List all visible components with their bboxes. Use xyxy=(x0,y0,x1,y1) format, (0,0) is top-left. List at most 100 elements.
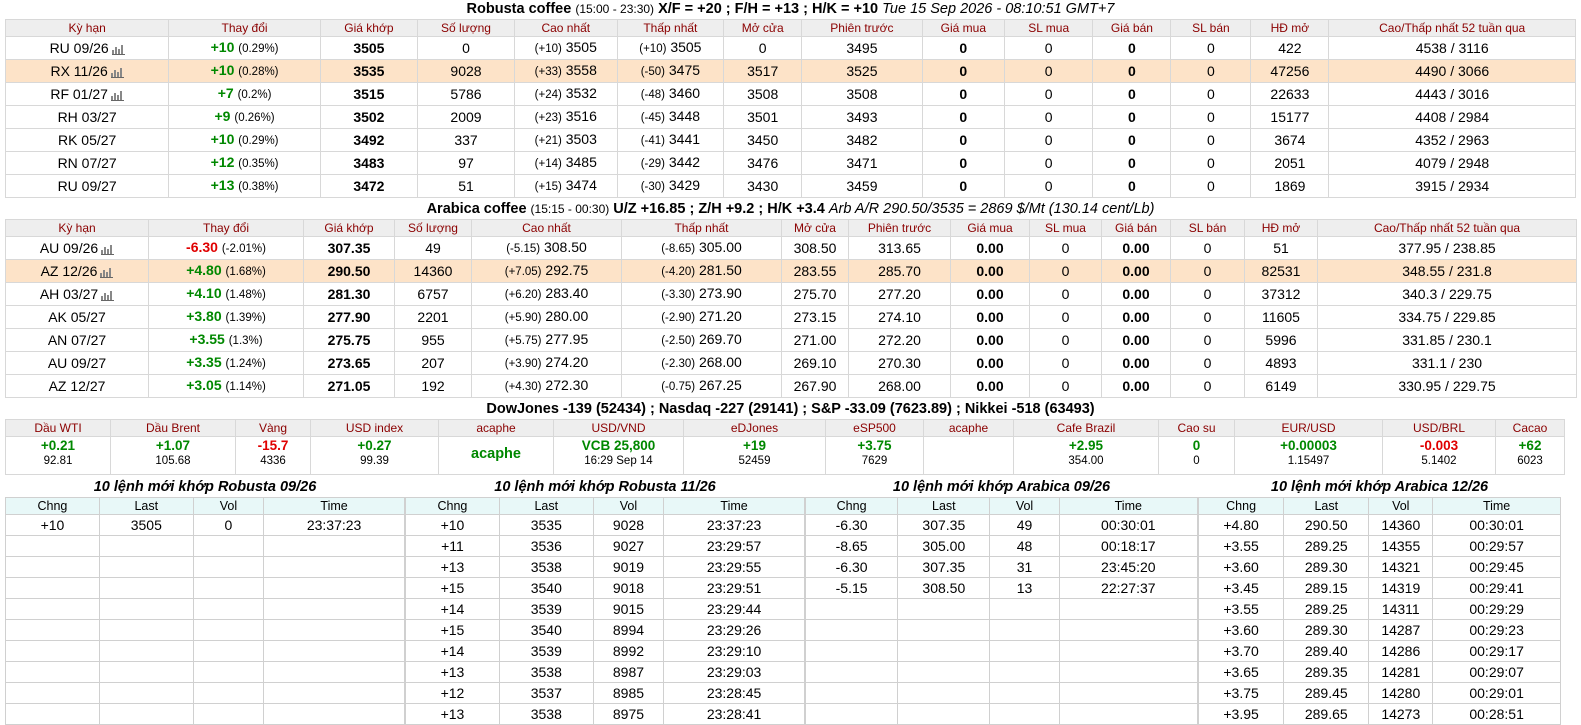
low-value: 271.20 xyxy=(698,308,742,324)
recent-trades-table: 10 lệnh mới khớp Robusta 09/26 Chng Last Vo… xyxy=(5,478,405,725)
change-cell: +7 (0.2%) xyxy=(168,82,321,106)
contract-term[interactable]: RN 07/27 xyxy=(4,151,170,175)
market-cell[interactable]: +3.75 7629 xyxy=(825,436,924,475)
last-price: 277.90 xyxy=(303,305,395,329)
arabica-row[interactable]: AZ 12/26 +4.80 (1.68%) 290.50 14360 (+7.05) … xyxy=(5,259,1577,283)
bar-chart-icon[interactable] xyxy=(98,286,115,302)
bar-chart-icon[interactable] xyxy=(108,63,124,79)
open-interest: 51 xyxy=(1244,236,1318,260)
term-label[interactable]: RN 07/27 xyxy=(58,155,117,171)
market-value: 4336 xyxy=(260,455,286,467)
term-label[interactable]: AK 05/27 xyxy=(48,309,106,325)
term-label[interactable]: AZ 12/26 xyxy=(41,263,98,279)
market-cell[interactable]: acaphe xyxy=(438,436,554,475)
arabica-row[interactable]: AU 09/27 +3.35 (1.24%) 273.65 207 (+3.90) 27… xyxy=(5,351,1577,375)
empty-cell xyxy=(1058,619,1199,641)
market-label[interactable]: acaphe xyxy=(923,419,1014,437)
bar-chart-icon[interactable] xyxy=(108,86,124,102)
trade-volume: 14311 xyxy=(1368,598,1434,620)
contract-term[interactable]: AN 07/27 xyxy=(5,328,149,352)
arabica-col-header: SL mua xyxy=(1029,219,1102,237)
indices-line: DowJones -139 (52434) ; Nasdaq -227 (291… xyxy=(486,401,1095,417)
arabica-row[interactable]: AU 09/26 -6.30 (-2.01%) 307.35 49 (-5.15) 30… xyxy=(5,236,1577,260)
trade-row: -6.30 307.35 31 23:45:20 xyxy=(804,556,1199,578)
term-label[interactable]: RX 11/26 xyxy=(50,63,107,79)
market-cell[interactable]: -15.7 4336 xyxy=(235,436,311,475)
trade-change: +3.55 xyxy=(1197,535,1285,557)
market-cell[interactable]: -0.003 5.1402 xyxy=(1382,436,1496,475)
market-cell[interactable]: +0.21 92.81 xyxy=(5,436,111,475)
market-cell[interactable]: VCB 25,800 16:29 Sep 14 xyxy=(553,436,684,475)
contract-term[interactable]: RF 01/27 xyxy=(4,82,170,106)
robusta-row[interactable]: RX 11/26 +10 (0.28%) 3535 9028 (+33) 3558 (-5… xyxy=(4,59,1576,83)
contract-term[interactable]: AU 09/27 xyxy=(5,351,149,375)
market-cell[interactable]: +0.00003 1.15497 xyxy=(1234,436,1383,475)
robusta-row[interactable]: RU 09/26 +10 (0.29%) 3505 0 (+10) 3505 (+10) … xyxy=(4,36,1576,60)
term-label[interactable]: AU 09/26 xyxy=(40,240,98,256)
change-value: +9 xyxy=(214,108,231,124)
volume: 14360 xyxy=(394,259,472,283)
bar-chart-icon[interactable] xyxy=(98,240,115,256)
change-cell: +10 (0.29%) xyxy=(168,128,321,152)
market-cell[interactable]: +1.07 105.68 xyxy=(110,436,236,475)
robusta-row[interactable]: RK 05/27 +10 (0.29%) 3492 337 (+21) 3503 (-41… xyxy=(4,128,1576,152)
market-label[interactable]: acaphe xyxy=(438,419,554,437)
high-cell: (+10) 3505 xyxy=(514,36,618,60)
contract-term[interactable]: AU 09/26 xyxy=(5,236,149,260)
term-label[interactable]: AN 07/27 xyxy=(48,332,106,348)
market-cell[interactable]: +0.27 99.39 xyxy=(310,436,439,475)
market-cell[interactable] xyxy=(923,436,1014,475)
term-label[interactable]: AH 03/27 xyxy=(40,286,98,302)
contract-term[interactable]: RU 09/27 xyxy=(4,174,170,198)
market-cell[interactable]: +62 6023 xyxy=(1495,436,1565,475)
change-percent: (1.14%) xyxy=(225,381,266,393)
contract-term[interactable]: AZ 12/27 xyxy=(5,374,149,398)
change-cell: +3.55 (1.3%) xyxy=(148,328,304,352)
contract-term[interactable]: AZ 12/26 xyxy=(5,259,149,283)
robusta-row[interactable]: RU 09/27 +13 (0.38%) 3472 51 (+15) 3474 (-30)… xyxy=(4,174,1576,198)
contract-term[interactable]: AK 05/27 xyxy=(5,305,149,329)
empty-cell xyxy=(5,682,100,704)
trade-last: 289.15 xyxy=(1283,577,1370,599)
contract-term[interactable]: RH 03/27 xyxy=(4,105,170,129)
bar-chart-icon[interactable] xyxy=(109,40,125,56)
contract-term[interactable]: RK 05/27 xyxy=(4,128,170,152)
robusta-row[interactable]: RN 07/27 +12 (0.35%) 3483 97 (+14) 3485 (-29)… xyxy=(4,151,1576,175)
contract-term[interactable]: AH 03/27 xyxy=(5,282,149,306)
term-label[interactable]: RH 03/27 xyxy=(58,109,117,125)
trade-row: +10 3535 9028 23:37:23 xyxy=(405,514,805,536)
trades-header-row: Chng Last Vol Time xyxy=(5,497,405,515)
term-label[interactable]: AU 09/27 xyxy=(48,355,106,371)
market-cell[interactable]: +19 52459 xyxy=(683,436,826,475)
bar-chart-icon[interactable] xyxy=(97,263,114,279)
arabica-row[interactable]: AN 07/27 +3.55 (1.3%) 275.75 955 (+5.75) 277… xyxy=(5,328,1577,352)
arabica-row[interactable]: AZ 12/27 +3.05 (1.14%) 271.05 192 (+4.30) 27… xyxy=(5,374,1577,398)
term-label[interactable]: AZ 12/27 xyxy=(49,378,106,394)
robusta-row[interactable]: RF 01/27 +7 (0.2%) 3515 5786 (+24) 3532 (-48)… xyxy=(4,82,1576,106)
term-label[interactable]: RU 09/27 xyxy=(58,178,117,194)
market-cell[interactable]: +2.95 354.00 xyxy=(1013,436,1159,475)
market-change: +3.75 xyxy=(857,438,892,453)
previous-price: 3482 xyxy=(801,128,923,152)
arabica-row[interactable]: AK 05/27 +3.80 (1.39%) 277.90 2201 (+5.90) 2… xyxy=(5,305,1577,329)
contract-term[interactable]: RU 09/26 xyxy=(4,36,170,60)
term-label[interactable]: RF 01/27 xyxy=(50,86,108,102)
market-change: +19 xyxy=(743,438,766,453)
robusta-row[interactable]: RH 03/27 +9 (0.26%) 3502 2009 (+23) 3516 (-45… xyxy=(4,105,1576,129)
bid-quantity: 0 xyxy=(1003,36,1094,60)
term-label[interactable]: RU 09/26 xyxy=(50,40,109,56)
change-percent: (0.26%) xyxy=(234,112,275,124)
change-percent: (1.39%) xyxy=(225,312,266,324)
arabica-row[interactable]: AH 03/27 +4.10 (1.48%) 281.30 6757 (+6.20) 2… xyxy=(5,282,1577,306)
empty-cell xyxy=(98,535,194,557)
term-label[interactable]: RK 05/27 xyxy=(58,132,116,148)
previous-price: 3508 xyxy=(801,82,923,106)
acaphe-link[interactable]: acaphe xyxy=(439,437,553,470)
empty-cell xyxy=(5,703,100,725)
bid-price: 0 xyxy=(921,105,1005,129)
empty-cell xyxy=(897,703,991,725)
robusta-name: Robusta coffee xyxy=(466,1,572,17)
contract-term[interactable]: RX 11/26 xyxy=(4,59,170,83)
empty-cell xyxy=(804,661,899,683)
market-cell[interactable]: 00 xyxy=(1158,436,1235,475)
